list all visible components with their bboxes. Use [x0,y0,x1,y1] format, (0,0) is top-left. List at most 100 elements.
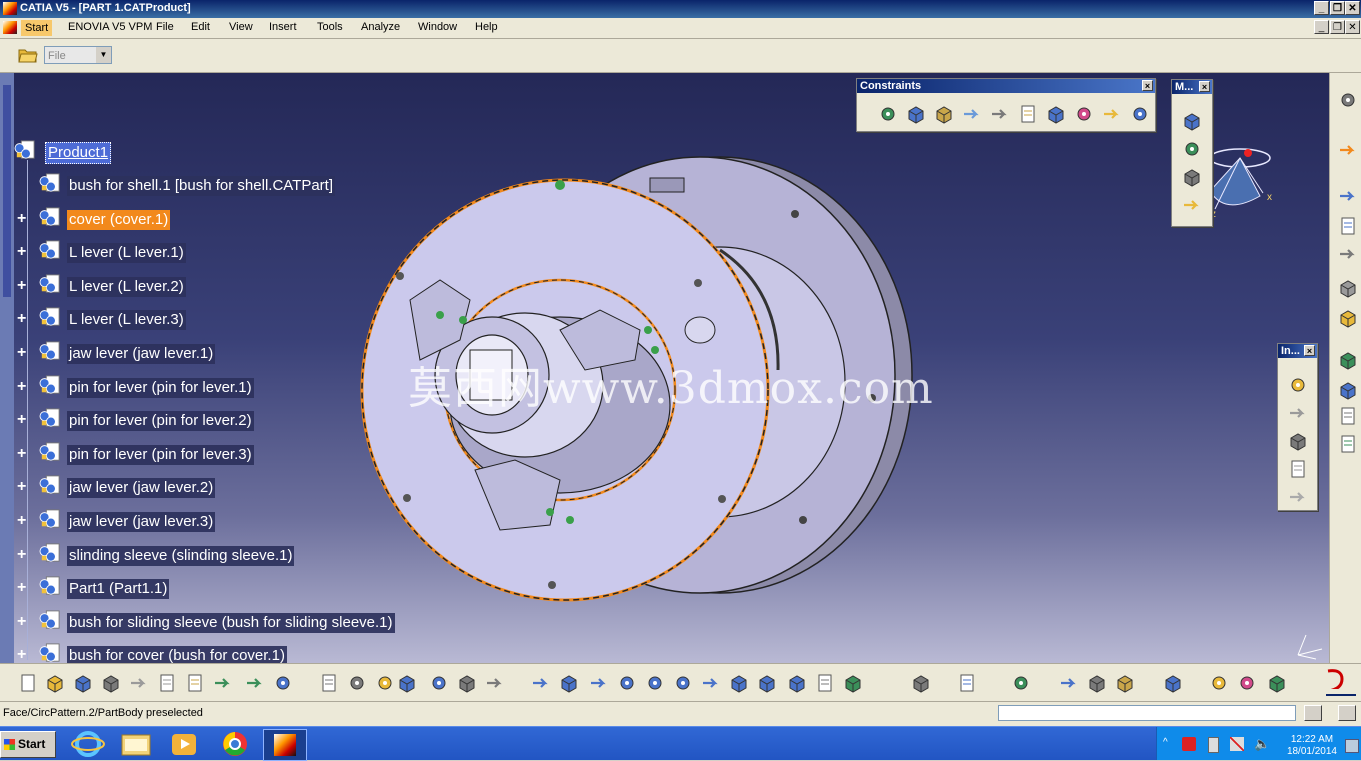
open-folder-icon[interactable] [18,45,38,65]
minimize-button[interactable]: _ [1314,1,1329,15]
tree-expand-icon[interactable]: + [17,211,28,227]
close-icon[interactable]: × [1142,80,1153,91]
menu-view[interactable]: View [229,21,253,33]
tree-item[interactable]: L lever (L lever.3) [67,310,186,330]
quick-constraint-icon[interactable] [1045,103,1067,125]
insert-line-icon[interactable] [1287,486,1309,508]
pan-icon[interactable] [588,672,610,694]
wifi-off-icon[interactable] [1230,737,1244,751]
change-constraint-icon[interactable] [1101,103,1123,125]
swap-space-icon[interactable] [842,672,864,694]
render-icon[interactable] [1236,672,1258,694]
tree-item[interactable]: jaw lever (jaw lever.1) [67,344,216,364]
multi-view-icon[interactable] [728,672,750,694]
menu-analyze[interactable]: Analyze [361,21,400,33]
new-component-icon[interactable] [1287,374,1309,396]
catalog-browser-icon[interactable] [1208,672,1230,694]
tray-chevron-icon[interactable]: ^ [1163,737,1168,748]
show-desktop-button[interactable] [1345,739,1359,753]
tree-expand-icon[interactable]: + [17,379,28,395]
manipulation-icon[interactable] [1181,110,1203,132]
print-icon[interactable] [100,672,122,694]
tree-item[interactable]: jaw lever (jaw lever.2) [67,478,216,498]
existing-component-icon[interactable] [1287,458,1309,480]
select-cursor-icon[interactable] [1337,139,1359,161]
media-player-icon[interactable] [163,729,205,759]
normal-view-icon[interactable] [700,672,722,694]
offset-constraint-icon[interactable] [933,103,955,125]
formula-icon[interactable] [318,672,340,694]
redo-icon[interactable] [244,672,266,694]
tree-item[interactable]: pin for lever (pin for lever.3) [67,445,254,465]
annotation-icon[interactable] [1337,215,1359,237]
insert-toolbar-header[interactable]: In... × [1278,344,1317,358]
save-icon[interactable] [72,672,94,694]
fly-mode-icon[interactable] [530,672,552,694]
tree-expand-icon[interactable]: + [17,345,28,361]
zoom-in-icon[interactable] [644,672,666,694]
update-all-icon[interactable] [1010,672,1032,694]
update-icon[interactable] [1337,433,1359,455]
catalog-icon[interactable] [1337,349,1359,371]
fit-all-icon[interactable] [558,672,580,694]
knowledge-icon[interactable] [374,672,396,694]
fix-together-icon[interactable] [1017,103,1039,125]
power-input-toggle-button[interactable] [1304,705,1322,721]
open-icon[interactable] [44,672,66,694]
fix-component-icon[interactable] [989,103,1011,125]
tree-item[interactable]: bush for shell.1 [bush for shell.CATPart… [67,176,336,196]
publish-icon[interactable] [1337,405,1359,427]
tree-expand-icon[interactable]: + [17,412,28,428]
tree-item[interactable]: pin for lever (pin for lever.2) [67,411,254,431]
power-input-close-button[interactable] [1338,705,1356,721]
menu-tools[interactable]: Tools [317,21,343,33]
menu-help[interactable]: Help [475,21,498,33]
internet-explorer-icon[interactable] [67,729,109,759]
battery-icon[interactable] [1208,737,1219,753]
copy-icon[interactable] [156,672,178,694]
clash-check-icon[interactable] [1086,672,1108,694]
clash-icon[interactable] [1337,277,1359,299]
doc-minimize-button[interactable]: _ [1314,20,1329,34]
chrome-icon[interactable] [214,729,256,759]
tree-expand-icon[interactable]: + [17,580,28,596]
volume-icon[interactable]: 🔈 [1254,736,1270,752]
menu-file[interactable]: File [156,21,174,33]
menu-start[interactable]: Start [21,20,53,36]
render-style-icon[interactable] [786,672,808,694]
constraints-toolbar-header[interactable]: Constraints × [857,79,1155,93]
reuse-pattern-icon[interactable] [1129,103,1151,125]
explode-icon[interactable] [1181,166,1203,188]
paste-icon[interactable] [184,672,206,694]
capture-icon[interactable] [910,672,932,694]
lock-icon[interactable] [456,672,478,694]
scrollbar-thumb[interactable] [3,85,11,297]
measure-item-icon[interactable] [1266,672,1288,694]
tree-expand-icon[interactable]: + [17,446,28,462]
hide-show-icon[interactable] [814,672,836,694]
table-icon[interactable] [396,672,418,694]
chevron-down-icon[interactable]: ▼ [96,47,111,63]
tree-expand-icon[interactable]: + [17,479,28,495]
tree-scrollbar[interactable] [0,73,14,663]
menu-insert[interactable]: Insert [269,21,297,33]
menu-enovia[interactable]: ENOVIA V5 VPM [68,21,152,33]
sectioning-icon[interactable] [1337,243,1359,265]
file-combo[interactable]: File ▼ [44,46,112,64]
close-button[interactable]: ✕ [1345,1,1360,15]
zoom-out-icon[interactable] [672,672,694,694]
tree-item[interactable]: L lever (L lever.1) [67,243,186,263]
doc-close-button[interactable]: ✕ [1345,20,1360,34]
menu-edit[interactable]: Edit [191,21,210,33]
cut-icon[interactable] [128,672,150,694]
tree-expand-icon[interactable]: + [17,311,28,327]
tree-item[interactable]: Part1 (Part1.1) [67,579,170,599]
snap-icon[interactable] [1181,138,1203,160]
undo-icon[interactable] [212,672,234,694]
coincidence-constraint-icon[interactable] [877,103,899,125]
tree-expand-icon[interactable]: + [17,244,28,260]
close-icon[interactable]: × [1304,345,1315,356]
angle-constraint-icon[interactable] [961,103,983,125]
file-explorer-icon[interactable] [115,729,157,759]
contact-constraint-icon[interactable] [905,103,927,125]
